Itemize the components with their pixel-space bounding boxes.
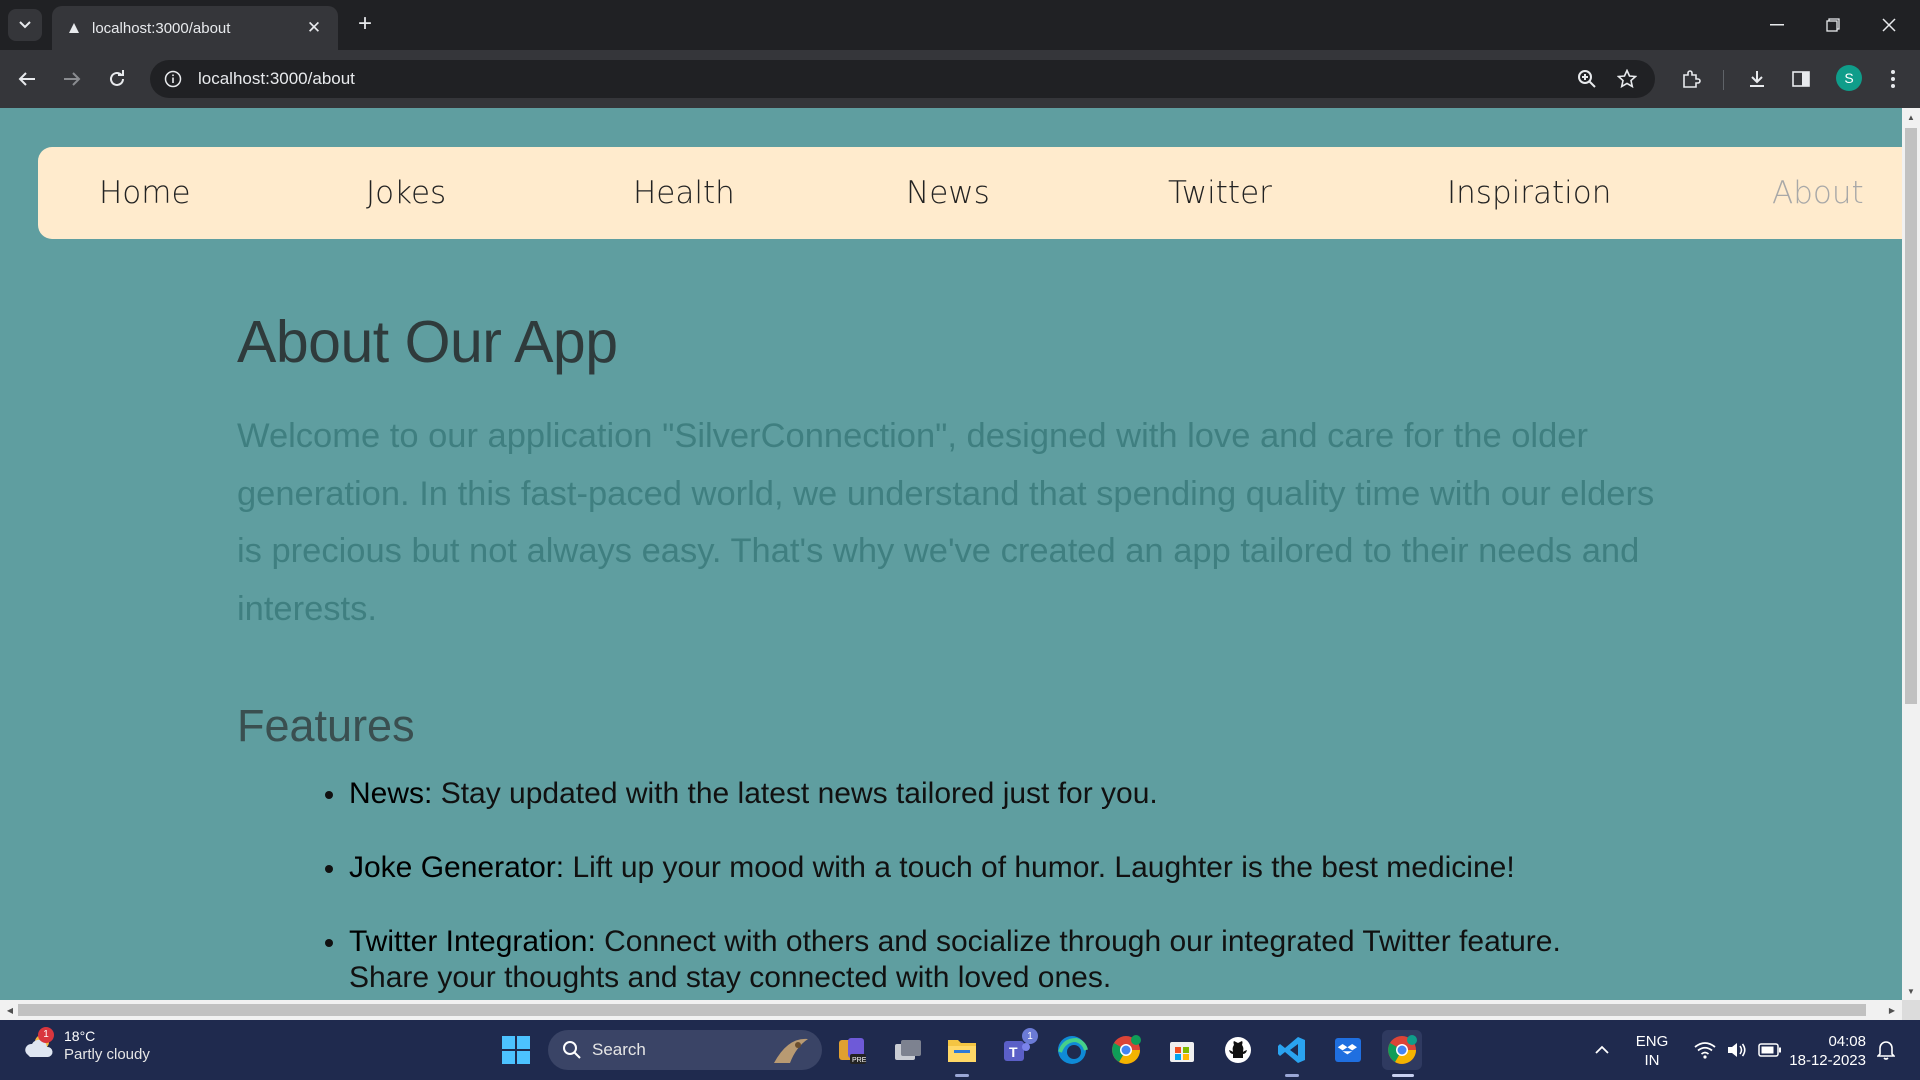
lang-line2: IN — [1644, 1052, 1660, 1069]
site-info-icon[interactable] — [162, 68, 184, 90]
start-button[interactable] — [496, 1030, 536, 1070]
task-view-icon[interactable] — [888, 1030, 928, 1070]
nav-link-inspiration[interactable]: Inspiration — [1447, 147, 1611, 239]
clock-time: 04:08 — [1828, 1033, 1866, 1050]
new-tab-button[interactable]: + — [352, 12, 378, 38]
scroll-up-arrow-icon[interactable]: ▲ — [1902, 110, 1920, 124]
chevron-down-icon — [19, 21, 31, 29]
features-list: News: Stay updated with the latest news … — [325, 776, 1649, 1000]
bookmark-star-icon[interactable] — [1614, 66, 1640, 92]
search-label: Search — [592, 1040, 646, 1059]
vscode-running-indicator — [1285, 1074, 1299, 1077]
browser-tab-active[interactable]: localhost:3000/about ✕ — [52, 6, 338, 50]
battery-icon — [1758, 1043, 1781, 1057]
features-heading: Features — [237, 700, 415, 751]
tab-search-button[interactable] — [8, 9, 42, 41]
copilot-app-icon[interactable]: PRE — [832, 1030, 872, 1070]
site-navbar: Home Jokes Health News Twitter Inspirati… — [38, 147, 1902, 239]
nav-link-about[interactable]: About — [1772, 147, 1864, 239]
nav-link-twitter[interactable]: Twitter — [1168, 147, 1272, 239]
feature-name: Joke Generator: — [349, 851, 565, 884]
microsoft-store-icon[interactable] — [1162, 1030, 1202, 1070]
address-bar[interactable]: localhost:3000/about — [150, 60, 1655, 98]
volume-icon — [1728, 1043, 1746, 1057]
chrome-running-indicator — [1392, 1074, 1414, 1077]
feature-text: Lift up your mood with a touch of humor.… — [564, 851, 1515, 884]
tab-title: localhost:3000/about — [92, 19, 231, 37]
weather-temp: 18°C — [64, 1028, 96, 1044]
scroll-right-arrow-icon[interactable]: ▶ — [1884, 1000, 1900, 1020]
close-window-button[interactable] — [1872, 10, 1906, 40]
github-desktop-icon[interactable] — [1218, 1030, 1258, 1070]
taskbar-search[interactable]: Search — [548, 1030, 822, 1070]
feature-name: News: — [349, 777, 433, 810]
chrome-profile-m-icon[interactable] — [1106, 1030, 1146, 1070]
browser-tab-strip: localhost:3000/about ✕ + — [0, 0, 1920, 50]
clock[interactable]: 04:08 18-12-2023 — [1782, 1032, 1866, 1070]
vscode-icon[interactable] — [1272, 1030, 1312, 1070]
feature-name: Twitter Integration: — [349, 925, 596, 958]
windows-taskbar: 1 18°C Partly cloudy Search PRE T 1 ENG … — [0, 1020, 1920, 1080]
teams-badge: 1 — [1022, 1028, 1038, 1044]
weather-condition: Partly cloudy — [64, 1046, 150, 1063]
forward-button[interactable] — [59, 66, 85, 92]
about-content: About Our App Welcome to our application… — [237, 308, 1657, 994]
page-viewport: Home Jokes Health News Twitter Inspirati… — [0, 108, 1902, 1000]
url-text[interactable]: localhost:3000/about — [198, 69, 355, 89]
download-icon[interactable] — [1744, 66, 1770, 92]
search-icon — [563, 1041, 581, 1059]
tab-close-icon[interactable]: ✕ — [304, 18, 324, 38]
vertical-scrollbar[interactable]: ▲ ▼ — [1902, 108, 1920, 1000]
page-title: About Our App — [237, 309, 618, 375]
extensions-icon[interactable] — [1678, 66, 1704, 92]
horizontal-scroll-thumb[interactable] — [18, 1004, 1866, 1016]
search-highlight-icon — [774, 1038, 808, 1063]
svg-text:PRE: PRE — [852, 1057, 867, 1064]
edge-browser-icon[interactable] — [1052, 1030, 1092, 1070]
reload-button[interactable] — [104, 66, 130, 92]
dropbox-icon[interactable] — [1328, 1030, 1368, 1070]
weather-widget[interactable]: 1 18°C Partly cloudy — [22, 1026, 150, 1063]
notifications-bell-icon[interactable] — [1866, 1030, 1906, 1070]
feature-text: Stay updated with the latest news tailor… — [432, 777, 1158, 810]
input-language-indicator[interactable]: ENG IN — [1630, 1032, 1674, 1070]
nav-link-jokes[interactable]: Jokes — [366, 147, 446, 239]
file-explorer-running-indicator — [955, 1074, 969, 1077]
vertical-scroll-thumb[interactable] — [1905, 128, 1917, 704]
toolbar-divider — [1723, 70, 1724, 90]
feature-item-twitter: Twitter Integration: Connect with others… — [325, 924, 1649, 996]
restore-button[interactable] — [1816, 10, 1850, 40]
weather-badge: 1 — [38, 1026, 54, 1043]
profile-avatar[interactable]: S — [1836, 65, 1862, 91]
wifi-icon — [1694, 1042, 1716, 1059]
horizontal-scrollbar[interactable]: ◀ ▶ — [0, 1000, 1902, 1020]
clock-date: 18-12-2023 — [1789, 1052, 1866, 1069]
more-menu-icon[interactable] — [1880, 66, 1906, 92]
minimize-button[interactable] — [1760, 10, 1794, 40]
nav-link-home[interactable]: Home — [99, 147, 191, 239]
file-explorer-icon[interactable] — [942, 1030, 982, 1070]
lang-line1: ENG — [1635, 1033, 1669, 1050]
windows-logo-icon — [502, 1036, 530, 1064]
back-button[interactable] — [14, 66, 40, 92]
svg-text:T: T — [1009, 1044, 1018, 1060]
tray-overflow-chevron-icon[interactable] — [1582, 1030, 1622, 1070]
side-panel-icon[interactable] — [1788, 66, 1814, 92]
weather-cloud-icon: 1 — [22, 1026, 56, 1063]
feature-item-jokes: Joke Generator: Lift up your mood with a… — [325, 850, 1649, 886]
chrome-active-icon[interactable] — [1382, 1030, 1422, 1070]
zoom-icon[interactable] — [1574, 66, 1600, 92]
browser-toolbar: localhost:3000/about S — [0, 50, 1920, 108]
nav-link-health[interactable]: Health — [633, 147, 735, 239]
feature-item-news: News: Stay updated with the latest news … — [325, 776, 1649, 812]
teams-app-icon[interactable]: T 1 — [996, 1028, 1038, 1070]
nav-link-news[interactable]: News — [906, 147, 990, 239]
scroll-left-arrow-icon[interactable]: ◀ — [2, 1000, 18, 1020]
scrollbar-corner — [1902, 1000, 1920, 1020]
favicon-icon — [66, 20, 82, 36]
scroll-down-arrow-icon[interactable]: ▼ — [1902, 984, 1920, 998]
intro-paragraph: Welcome to our application "SilverConnec… — [237, 417, 1655, 628]
quick-settings[interactable] — [1678, 1030, 1798, 1070]
